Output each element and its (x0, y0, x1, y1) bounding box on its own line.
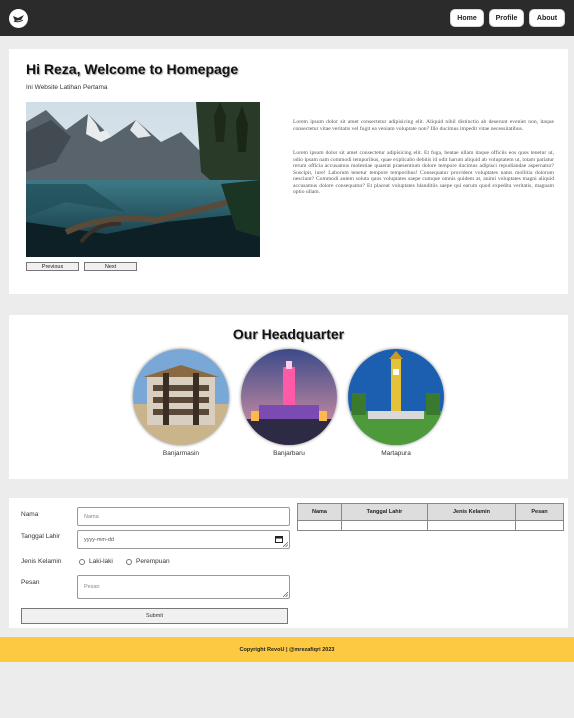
nama-input[interactable]: Nama (77, 507, 290, 526)
city-label-martapura: Martapura (381, 450, 411, 457)
submit-button[interactable]: Submit (21, 608, 288, 624)
radio-laki-laki[interactable]: Laki-laki (79, 558, 113, 565)
table-cell (297, 520, 342, 531)
previous-button[interactable]: Previous (26, 262, 79, 271)
radio-button-icon[interactable] (79, 558, 85, 565)
form-section: Nama Nama Tanggal Lahir yyyy-mm-dd Jenis… (9, 498, 568, 628)
radio-perempuan-label: Perempuan (136, 558, 170, 565)
headquarter-title: Our Headquarter (232, 326, 345, 342)
table-cell (427, 520, 516, 531)
hero-section: Hi Reza, Welcome to Homepage Ini Website… (9, 49, 568, 294)
footer-text: Copyright RevoU | @mrezafiqri 2023 (239, 646, 335, 653)
logo-icon[interactable] (9, 9, 28, 28)
city-image-banjarbaru (241, 349, 337, 445)
table-header-jenis-kelamin: Jenis Kelamin (427, 503, 516, 521)
radio-laki-laki-label: Laki-laki (89, 558, 113, 565)
hero-image (26, 102, 260, 257)
resize-grip-icon (283, 592, 288, 597)
page-subtitle: Ini Website Latihan Pertama (26, 84, 108, 91)
nav-about-button[interactable]: About (529, 9, 565, 27)
table-header-nama: Nama (297, 503, 342, 521)
city-label-banjarmasin: Banjarmasin (162, 450, 200, 457)
navbar: Home Profile About (0, 0, 574, 36)
radio-perempuan[interactable]: Perempuan (126, 558, 170, 565)
data-table: Nama Tanggal Lahir Jenis Kelamin Pesan (297, 503, 564, 531)
city-image-banjarmasin (133, 349, 229, 445)
pesan-label: Pesan (21, 579, 40, 586)
headquarter-section: Our Headquarter Banjarmasin Banjarbaru M… (9, 315, 568, 479)
table-row (297, 520, 564, 531)
hero-paragraph-2: Lorem ipsum dolor sit amet consectetur a… (293, 150, 554, 195)
calendar-icon[interactable] (275, 535, 283, 545)
table-header-tanggal-lahir: Tanggal Lahir (341, 503, 428, 521)
next-button[interactable]: Next (84, 262, 137, 271)
nav-home-button[interactable]: Home (450, 9, 484, 27)
resize-grip-icon (283, 542, 288, 547)
nama-placeholder: Nama (84, 513, 99, 520)
table-header-pesan: Pesan (515, 503, 564, 521)
table-cell (341, 520, 428, 531)
pesan-textarea[interactable]: Pesan (77, 575, 290, 599)
nama-label: Nama (21, 511, 39, 518)
radio-button-icon[interactable] (126, 558, 132, 565)
tanggal-lahir-placeholder: yyyy-mm-dd (84, 536, 114, 543)
footer: Copyright RevoU | @mrezafiqri 2023 (0, 637, 574, 662)
page-title: Hi Reza, Welcome to Homepage (26, 61, 239, 77)
nav-profile-button[interactable]: Profile (489, 9, 524, 27)
table-header-row: Nama Tanggal Lahir Jenis Kelamin Pesan (297, 503, 564, 521)
tanggal-lahir-input[interactable]: yyyy-mm-dd (77, 530, 290, 549)
hero-paragraph-1: Lorem ipsum dolor sit amet consectetur a… (293, 119, 554, 132)
city-label-banjarbaru: Banjarbaru (273, 450, 305, 457)
tanggal-lahir-label: Tanggal Lahir (21, 533, 61, 540)
jenis-kelamin-label: Jenis Kelamin (21, 558, 62, 565)
city-image-martapura (348, 349, 444, 445)
pesan-placeholder: Pesan (84, 584, 100, 590)
table-cell (515, 520, 564, 531)
